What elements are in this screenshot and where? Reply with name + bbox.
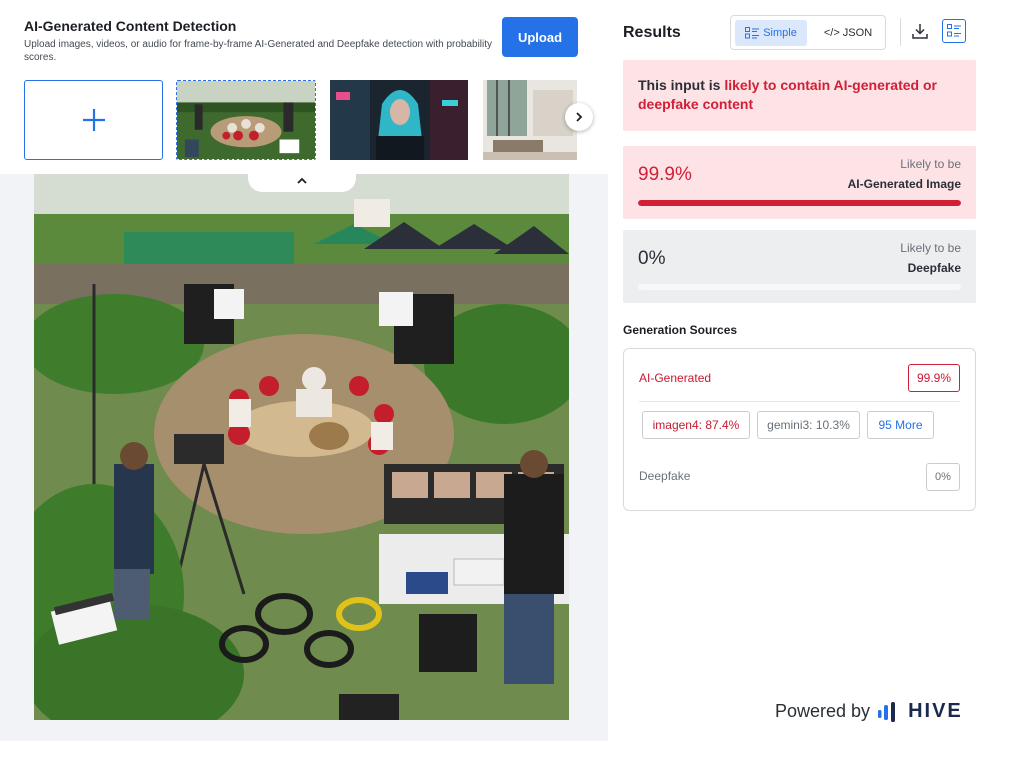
generation-ai-badge: 99.9%	[908, 364, 960, 392]
chevron-up-icon	[297, 177, 307, 184]
verdict-prefix: This input is	[638, 77, 725, 93]
view-simple-label: Simple	[763, 27, 797, 39]
powered-by-text: Powered by	[775, 701, 871, 721]
list-view-glyph	[947, 24, 961, 37]
page-subtitle: Upload images, videos, or audio for fram…	[24, 39, 493, 63]
list-icon	[745, 27, 760, 39]
next-thumbnails-button[interactable]	[565, 103, 593, 131]
add-media-button[interactable]	[24, 80, 163, 160]
results-panel: Results Simple </> JSON This input is li…	[608, 0, 1024, 757]
media-panel: AI-Generated Content Detection Upload im…	[0, 0, 608, 741]
download-icon[interactable]	[911, 22, 929, 40]
deepfake-score-label-bottom: Deepfake	[907, 261, 961, 275]
ai-score-bar-fill	[638, 200, 961, 206]
list-view-icon[interactable]	[942, 19, 966, 43]
plus-icon	[82, 109, 105, 131]
toolbar-divider	[900, 18, 901, 46]
deepfake-score-label-top: Likely to be	[900, 241, 961, 255]
source-chip-gemini3: gemini3: 10.3%	[757, 411, 860, 439]
thumbnail-image	[177, 81, 315, 159]
ai-score-bar	[638, 200, 961, 206]
generation-sources-box: AI-Generated 99.9% imagen4: 87.4% gemini…	[623, 348, 976, 511]
generation-sources-title: Generation Sources	[623, 323, 738, 337]
hive-logo	[878, 701, 896, 722]
view-json-button[interactable]: </> JSON	[813, 20, 883, 46]
results-title: Results	[623, 24, 681, 41]
upload-header: AI-Generated Content Detection Upload im…	[0, 0, 608, 174]
verdict-text: This input is likely to contain AI-gener…	[638, 76, 958, 114]
thumbnail-image	[483, 80, 577, 160]
deepfake-score-value: 0%	[638, 248, 666, 269]
app-root: AI-Generated Content Detection Upload im…	[0, 0, 1024, 757]
film-set-scene	[34, 174, 569, 720]
collapse-thumbnails-button[interactable]	[248, 170, 356, 192]
page-title: AI-Generated Content Detection	[24, 18, 237, 34]
ai-score-label-bottom: AI-Generated Image	[847, 177, 961, 191]
generation-ai-label: AI-Generated	[639, 371, 712, 385]
powered-by-footer: Powered by HIVE	[775, 700, 963, 723]
thumbnail-item[interactable]	[483, 80, 577, 160]
view-simple-button[interactable]: Simple	[735, 20, 807, 46]
more-sources-button[interactable]: 95 More	[867, 411, 934, 439]
deepfake-score-card: 0% Likely to be Deepfake	[623, 230, 976, 303]
source-chip-imagen4: imagen4: 87.4%	[642, 411, 750, 439]
generation-deepfake-badge: 0%	[926, 463, 960, 491]
ai-generated-score-card: 99.9% Likely to be AI-Generated Image	[623, 146, 976, 219]
generation-divider	[639, 401, 960, 402]
thumbnail-image	[330, 80, 468, 160]
generation-deepfake-label: Deepfake	[639, 469, 691, 483]
preview-image	[34, 174, 569, 720]
ai-score-label-top: Likely to be	[900, 157, 961, 171]
thumbnail-strip	[24, 80, 594, 162]
thumbnail-selected[interactable]	[176, 80, 316, 160]
ai-score-value: 99.9%	[638, 164, 692, 185]
thumbnail-item[interactable]	[330, 80, 468, 160]
hive-brand-name: HIVE	[908, 700, 963, 722]
deepfake-score-bar	[638, 284, 961, 290]
upload-button[interactable]: Upload	[502, 17, 578, 57]
chevron-right-icon	[576, 112, 583, 122]
view-mode-toggle: Simple </> JSON	[730, 15, 886, 50]
verdict-banner: This input is likely to contain AI-gener…	[623, 60, 976, 131]
